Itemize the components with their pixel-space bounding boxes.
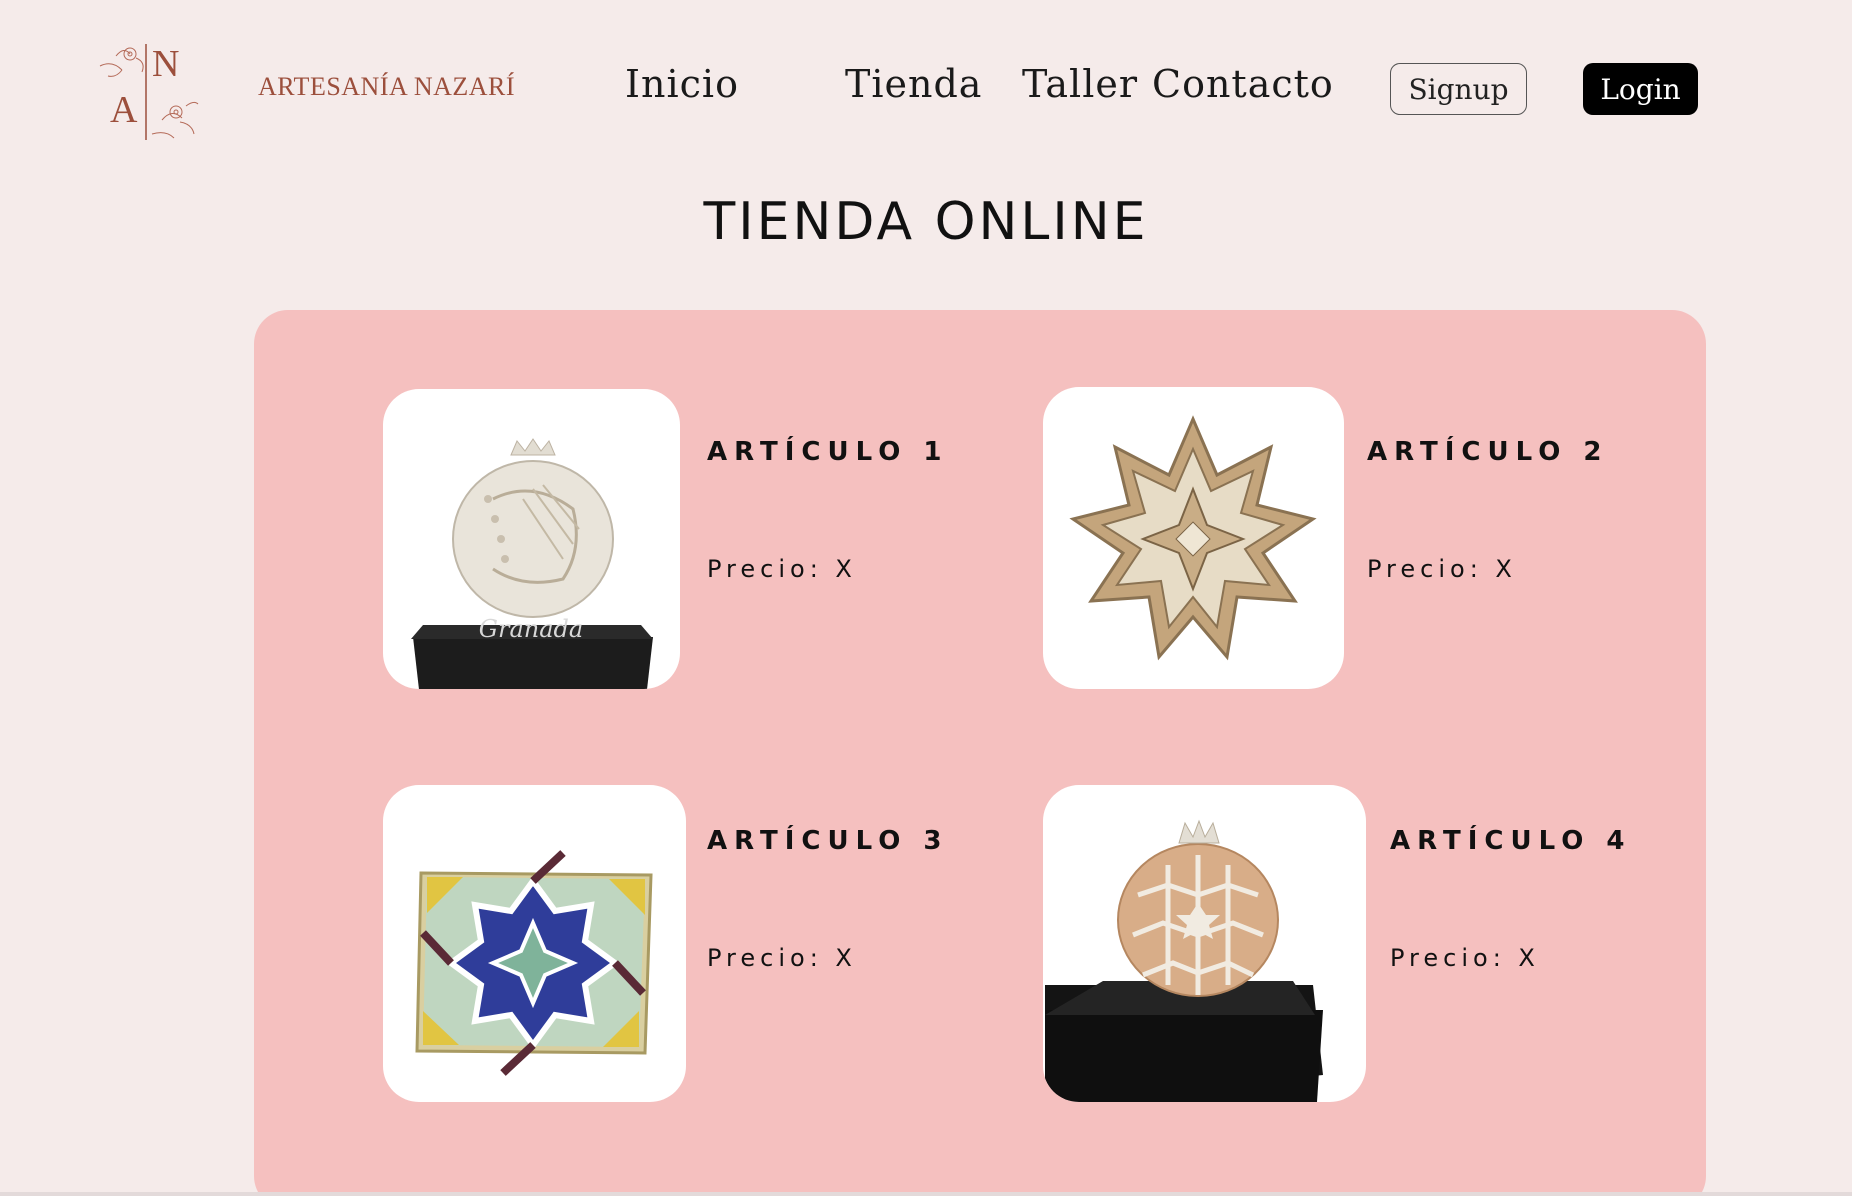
nav-tienda[interactable]: Tienda bbox=[845, 62, 982, 106]
signup-button[interactable]: Signup bbox=[1390, 63, 1527, 115]
login-label: Login bbox=[1600, 72, 1681, 106]
nav-taller[interactable]: Taller bbox=[1022, 62, 1138, 106]
page-title: TIENDA ONLINE bbox=[703, 192, 1149, 252]
nav-contacto[interactable]: Contacto bbox=[1152, 62, 1334, 106]
product-image-2[interactable] bbox=[1043, 387, 1344, 689]
product-price-3: Precio: X bbox=[707, 944, 857, 972]
signup-label: Signup bbox=[1408, 72, 1509, 106]
nav-inicio[interactable]: Inicio bbox=[625, 62, 739, 106]
brand-name[interactable]: ARTESANÍA NAZARÍ bbox=[258, 72, 515, 102]
product-price-4: Precio: X bbox=[1390, 944, 1540, 972]
product-title-4[interactable]: ARTÍCULO 4 bbox=[1390, 826, 1631, 856]
product-image-3[interactable] bbox=[383, 785, 686, 1102]
product-image-1[interactable]: Granada bbox=[383, 389, 680, 689]
product-title-3[interactable]: ARTÍCULO 3 bbox=[707, 826, 948, 856]
product-price-1: Precio: X bbox=[707, 555, 857, 583]
product-title-2[interactable]: ARTÍCULO 2 bbox=[1367, 437, 1608, 467]
brand-logo[interactable]: N A bbox=[96, 36, 200, 144]
login-button[interactable]: Login bbox=[1583, 63, 1698, 115]
product-title-1[interactable]: ARTÍCULO 1 bbox=[707, 437, 948, 467]
product-image-4[interactable] bbox=[1043, 785, 1366, 1102]
logo-letter-a: A bbox=[110, 89, 138, 131]
window-bottom-edge bbox=[0, 1192, 1852, 1196]
product-price-2: Precio: X bbox=[1367, 555, 1517, 583]
granada-label: Granada bbox=[479, 615, 583, 643]
logo-letter-n: N bbox=[152, 43, 179, 85]
